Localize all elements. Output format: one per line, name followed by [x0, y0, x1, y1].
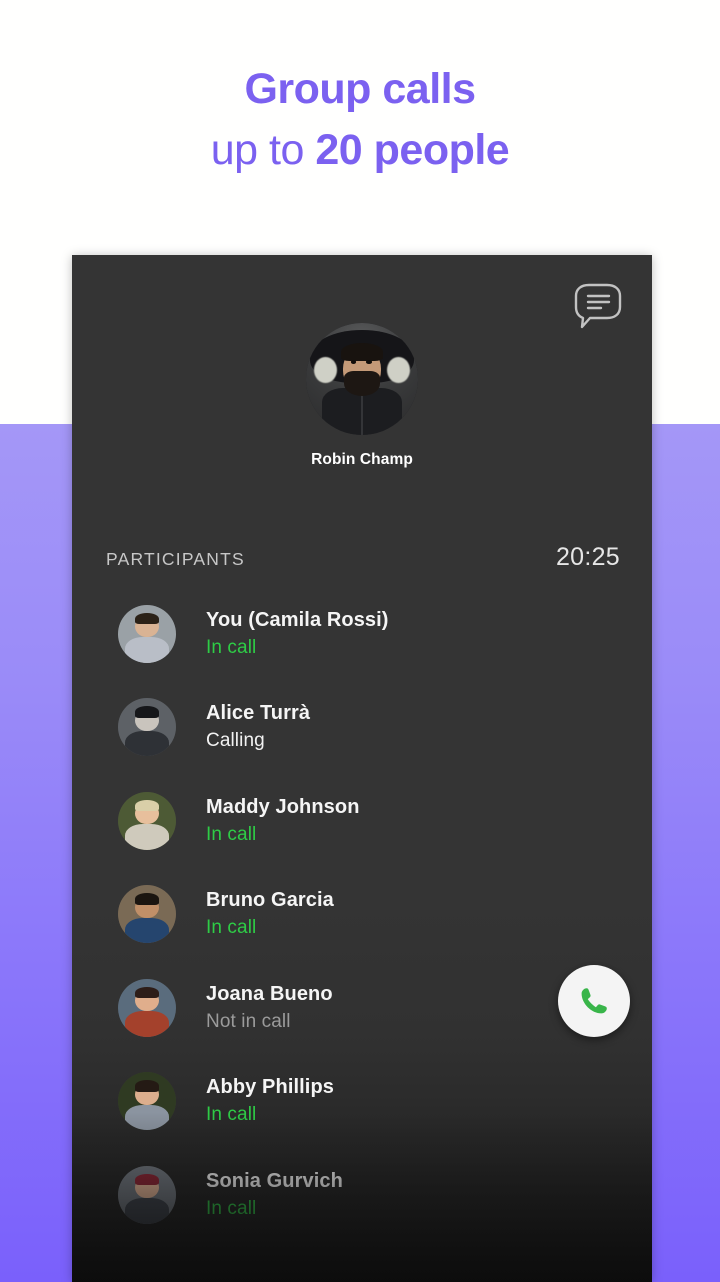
participant-status: In call [206, 1197, 257, 1219]
caller-avatar [306, 323, 418, 435]
participant-text: Abby Phillips In call [206, 1076, 334, 1126]
promo-headline-line1: Group calls [244, 65, 476, 113]
participant-row[interactable]: Abby Phillips In call [72, 1055, 652, 1149]
call-timer: 20:25 [555, 543, 620, 571]
participant-row[interactable]: Bruno Garcia In call [72, 868, 652, 962]
avatar-maddy-johnson [118, 791, 176, 850]
avatar-sonia-gurvich [118, 1165, 176, 1224]
group-call-screen: Robin Champ PARTICIPANTS 20:25 You (Cami… [72, 255, 652, 1282]
promo-headline-line2-strong: 20 people [315, 126, 510, 174]
participants-label: PARTICIPANTS [106, 549, 245, 569]
avatar-joana-bueno [118, 978, 176, 1037]
participant-name: Maddy Johnson [206, 795, 360, 818]
participant-name: Bruno Garcia [206, 889, 334, 912]
participant-text: Sonia Gurvich In call [206, 1170, 343, 1220]
participant-text: Joana Bueno Not in call [206, 983, 333, 1033]
participant-status: In call [206, 917, 257, 939]
promo-headline: Group calls up to 20 people [0, 68, 720, 172]
participant-status: In call [206, 1104, 257, 1126]
participant-row[interactable]: Alice Turrà Calling [72, 681, 652, 775]
participant-status: Not in call [206, 1010, 291, 1032]
participant-name: Alice Turrà [206, 702, 311, 725]
participant-status: In call [206, 636, 257, 658]
participant-status: In call [206, 823, 257, 845]
promo-headline-line2-light: up to [210, 126, 316, 174]
phone-handset-icon [581, 988, 607, 1014]
participant-text: You (Camila Rossi) In call [206, 609, 389, 659]
participant-text: Maddy Johnson In call [206, 796, 360, 846]
promo-headline-line2: up to 20 people [0, 129, 720, 172]
avatar-bruno-garcia [118, 885, 176, 944]
participant-name: You (Camila Rossi) [206, 608, 389, 631]
participant-row[interactable]: Maddy Johnson In call [72, 774, 652, 868]
avatar-alice-turra [118, 698, 176, 757]
participant-list: You (Camila Rossi) In call Alice Turrà Call… [72, 587, 652, 1242]
participant-text: Alice Turrà Calling [206, 702, 310, 752]
participant-row[interactable]: Sonia Gurvich In call [72, 1148, 652, 1242]
participant-name: Joana Bueno [206, 982, 333, 1005]
participant-text: Bruno Garcia In call [206, 889, 334, 939]
caller-name: Robin Champ [311, 451, 413, 468]
participant-name: Sonia Gurvich [206, 1169, 343, 1192]
participant-name: Abby Phillips [206, 1076, 334, 1099]
answer-call-button[interactable] [558, 965, 630, 1037]
participants-header: PARTICIPANTS 20:25 [106, 543, 620, 572]
avatar-abby-phillips [118, 1072, 176, 1131]
participant-status: Calling [206, 730, 265, 752]
active-caller: Robin Champ [72, 323, 652, 469]
participant-row[interactable]: You (Camila Rossi) In call [72, 587, 652, 681]
avatar-camila-rossi [118, 604, 176, 663]
